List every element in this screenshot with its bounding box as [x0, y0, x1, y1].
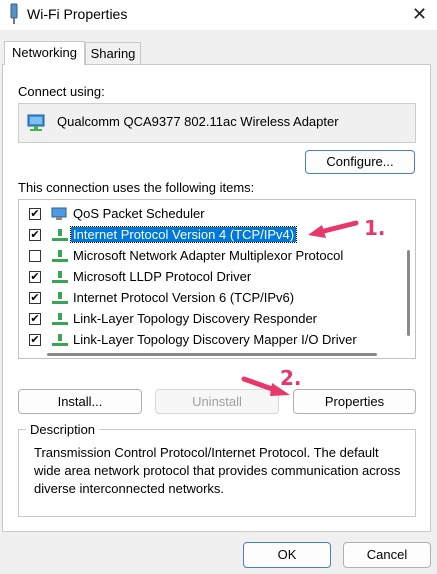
adapter-name: Qualcomm QCA9377 802.11ac Wireless Adapt…	[57, 114, 339, 129]
uninstall-button[interactable]: Uninstall	[155, 389, 279, 414]
configure-button[interactable]: Configure...	[305, 150, 415, 174]
connect-using-label: Connect using:	[18, 84, 105, 99]
protocol-icon	[51, 290, 69, 306]
items-label: This connection uses the following items…	[18, 180, 255, 195]
item-label: Microsoft LLDP Protocol Driver	[73, 269, 252, 284]
item-checkbox[interactable]	[29, 250, 41, 262]
protocol-icon	[51, 227, 69, 243]
ok-button[interactable]: OK	[243, 542, 331, 568]
tab-strip: Networking Sharing	[0, 41, 437, 65]
properties-button[interactable]: Properties	[293, 389, 416, 414]
annotation-label-1: 1.	[364, 216, 386, 240]
item-label: Internet Protocol Version 6 (TCP/IPv6)	[73, 290, 295, 305]
item-checkbox[interactable]: ✔	[29, 334, 41, 346]
vertical-scrollbar[interactable]	[402, 200, 415, 346]
item-label: Microsoft Network Adapter Multiplexor Pr…	[73, 248, 344, 263]
cancel-button[interactable]: Cancel	[343, 542, 431, 568]
title-bar: Wi-Fi Properties ✕	[0, 0, 437, 30]
annotation-label-2: 2.	[280, 366, 302, 390]
item-label: Internet Protocol Version 4 (TCP/IPv4)	[69, 226, 298, 243]
list-item[interactable]: ✔ Link-Layer Topology Discovery Responde…	[19, 309, 399, 330]
item-checkbox[interactable]: ✔	[29, 292, 41, 304]
network-adapter-icon	[27, 114, 47, 135]
install-button[interactable]: Install...	[18, 389, 142, 414]
list-item[interactable]: ✔ Internet Protocol Version 6 (TCP/IPv6)	[19, 288, 399, 309]
adapter-display: Qualcomm QCA9377 802.11ac Wireless Adapt…	[18, 103, 416, 143]
scheduler-icon	[51, 206, 69, 222]
item-label: QoS Packet Scheduler	[73, 206, 205, 221]
item-label: Link-Layer Topology Discovery Mapper I/O…	[73, 332, 357, 347]
item-label: Link-Layer Topology Discovery Responder	[73, 311, 317, 326]
description-legend: Description	[26, 422, 100, 437]
protocol-icon	[51, 248, 69, 264]
horizontal-scrollbar[interactable]	[19, 346, 402, 358]
list-item[interactable]: Microsoft Network Adapter Multiplexor Pr…	[19, 246, 399, 267]
window-title: Wi-Fi Properties	[27, 6, 128, 22]
close-icon[interactable]: ✕	[412, 4, 427, 25]
protocol-icon	[51, 269, 69, 285]
list-item[interactable]: ✔ Internet Protocol Version 4 (TCP/IPv4)	[19, 225, 399, 246]
wifi-adapter-icon	[8, 3, 20, 28]
item-checkbox[interactable]: ✔	[29, 313, 41, 325]
list-item[interactable]: ✔ QoS Packet Scheduler	[19, 204, 399, 225]
description-text: Transmission Control Protocol/Internet P…	[34, 445, 401, 496]
tab-networking[interactable]: Networking	[4, 41, 85, 65]
item-checkbox[interactable]: ✔	[29, 271, 41, 283]
protocol-icon	[51, 311, 69, 327]
items-list[interactable]: ✔ QoS Packet Scheduler ✔ Internet Protoc…	[18, 199, 416, 359]
item-checkbox[interactable]: ✔	[29, 229, 41, 241]
tab-sharing[interactable]: Sharing	[85, 42, 141, 64]
list-item[interactable]: ✔ Microsoft LLDP Protocol Driver	[19, 267, 399, 288]
item-checkbox[interactable]: ✔	[29, 208, 41, 220]
